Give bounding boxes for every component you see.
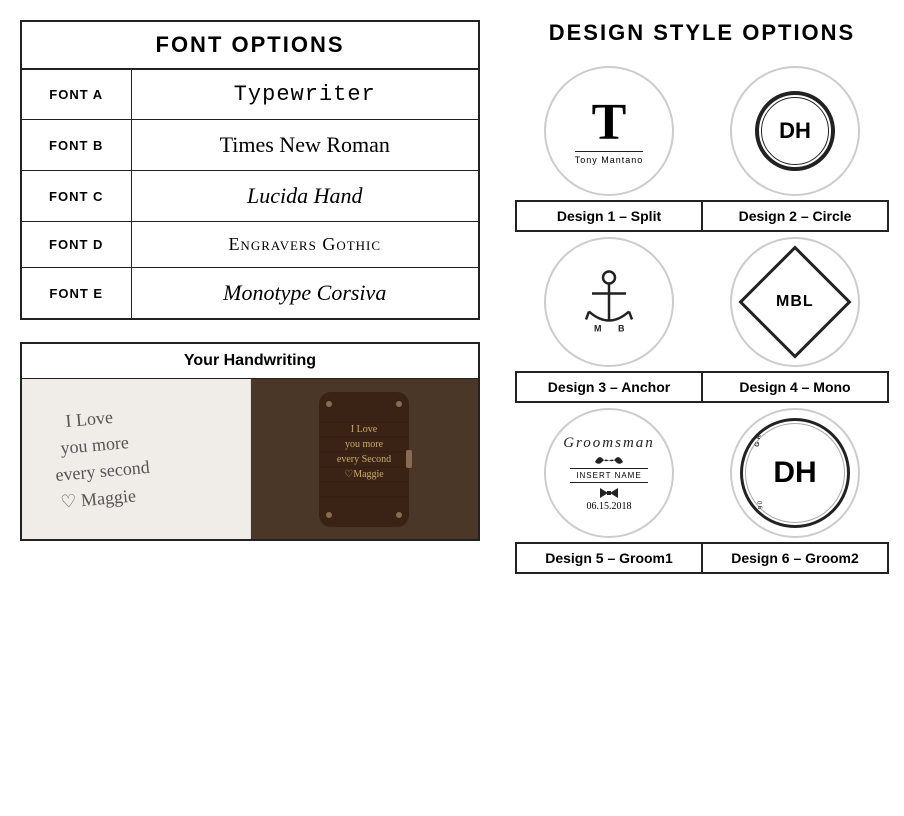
design-cell-1: T Tony Mantano bbox=[516, 61, 702, 201]
font-sample-e: Monotype Corsiva bbox=[131, 268, 479, 320]
design-4-initials: MBL bbox=[776, 293, 814, 311]
font-label-e: FONT E bbox=[21, 268, 131, 320]
design-5-inner: Groomsman INSERT NAME 06.15.2018 bbox=[558, 430, 660, 517]
design-6-outer: GROOMSMAN DH 06.30.19 bbox=[740, 418, 850, 528]
design-image-row-2: M B MBL bbox=[516, 231, 888, 372]
font-sample-b: Times New Roman bbox=[131, 120, 479, 171]
design-1-big-letter: T bbox=[592, 97, 627, 149]
anchor-icon: M B bbox=[574, 267, 644, 337]
font-row-e: FONT E Monotype Corsiva bbox=[21, 268, 479, 320]
font-sample-c: Lucida Hand bbox=[131, 171, 479, 222]
design-1-label: Design 1 – Split bbox=[516, 201, 702, 231]
font-row-d: FONT D Engravers Gothic bbox=[21, 222, 479, 268]
design-2-initials: DH bbox=[779, 118, 811, 144]
design-2-circle: DH bbox=[730, 66, 860, 196]
svg-text:you more: you more bbox=[345, 439, 384, 450]
design-cell-4: MBL bbox=[702, 231, 888, 372]
svg-text:B: B bbox=[618, 324, 625, 334]
design-cell-3: M B bbox=[516, 231, 702, 372]
font-label-a: FONT A bbox=[21, 70, 131, 120]
design-label-row-2: Design 3 – Anchor Design 4 – Mono bbox=[516, 372, 888, 402]
svg-text:I Love: I Love bbox=[351, 424, 378, 435]
design-cell-5: Groomsman INSERT NAME 06.15.2018 bbox=[516, 402, 702, 543]
font-label-c: FONT C bbox=[21, 171, 131, 222]
design-label-row-3: Design 5 – Groom1 Design 6 – Groom2 bbox=[516, 543, 888, 573]
font-row-c: FONT C Lucida Hand bbox=[21, 171, 479, 222]
design-4-label: Design 4 – Mono bbox=[702, 372, 888, 402]
mustache-icon bbox=[593, 452, 625, 466]
design-5-date: 06.15.2018 bbox=[587, 501, 632, 512]
handwriting-paper-svg: I Love you more every second ♡ Maggie bbox=[46, 382, 226, 537]
design-6-arc-bottom: 06.30.19 bbox=[750, 497, 840, 513]
handwriting-images: I Love you more every second ♡ Maggie bbox=[22, 379, 478, 539]
design-4-circle: MBL bbox=[730, 237, 860, 367]
handwriting-section: Your Handwriting I Love you more every s… bbox=[20, 342, 480, 541]
design-3-circle: M B bbox=[544, 237, 674, 367]
design-3-label: Design 3 – Anchor bbox=[516, 372, 702, 402]
font-options-title: FONT OPTIONS bbox=[20, 20, 480, 70]
design-style-title: DESIGN STYLE OPTIONS bbox=[515, 20, 889, 46]
font-row-a: FONT A Typewriter bbox=[21, 70, 479, 120]
design-5-insert: INSERT NAME bbox=[570, 468, 647, 483]
handwriting-watch-svg: I Love you more every Second ♡Maggie bbox=[274, 382, 454, 537]
design-label-row-1: Design 1 – Split Design 2 – Circle bbox=[516, 201, 888, 231]
design-2-outer-ring: DH bbox=[755, 91, 835, 171]
design-5-circle: Groomsman INSERT NAME 06.15.2018 bbox=[544, 408, 674, 538]
font-label-b: FONT B bbox=[21, 120, 131, 171]
design-5-label: Design 5 – Groom1 bbox=[516, 543, 702, 573]
design-4-diamond: MBL bbox=[738, 245, 851, 358]
design-cell-6: GROOMSMAN DH 06.30.19 bbox=[702, 402, 888, 543]
font-row-b: FONT B Times New Roman bbox=[21, 120, 479, 171]
svg-text:♡Maggie: ♡Maggie bbox=[344, 469, 384, 480]
design-5-word: Groomsman bbox=[563, 435, 655, 452]
handwriting-title: Your Handwriting bbox=[22, 344, 478, 379]
design-image-row-1: T Tony Mantano DH bbox=[516, 61, 888, 201]
svg-text:every Second: every Second bbox=[337, 454, 391, 465]
design-3-inner: M B bbox=[574, 267, 644, 337]
design-2-label: Design 2 – Circle bbox=[702, 201, 888, 231]
bowtie-icon bbox=[599, 487, 619, 499]
handwriting-paper-image: I Love you more every second ♡ Maggie bbox=[22, 379, 251, 539]
design-1-circle: T Tony Mantano bbox=[544, 66, 674, 196]
handwriting-watch-image: I Love you more every Second ♡Maggie bbox=[251, 379, 479, 539]
right-panel: DESIGN STYLE OPTIONS T Tony Mantano DH bbox=[500, 0, 904, 816]
design-6-circle: GROOMSMAN DH 06.30.19 bbox=[730, 408, 860, 538]
design-grid: T Tony Mantano DH Design 1 – Split Desig… bbox=[515, 61, 889, 574]
design-2-inner-ring: DH bbox=[761, 97, 829, 165]
design-6-initials: DH bbox=[773, 458, 816, 488]
font-label-d: FONT D bbox=[21, 222, 131, 268]
design-6-label: Design 6 – Groom2 bbox=[702, 543, 888, 573]
svg-text:I Love: I Love bbox=[64, 406, 113, 430]
design-1-name: Tony Mantano bbox=[575, 151, 644, 165]
font-table: FONT A Typewriter FONT B Times New Roman… bbox=[20, 70, 480, 320]
font-sample-a: Typewriter bbox=[131, 70, 479, 120]
design-6-arc-top: GROOMSMAN bbox=[750, 435, 840, 451]
font-sample-d: Engravers Gothic bbox=[131, 222, 479, 268]
svg-text:GROOMSMAN: GROOMSMAN bbox=[754, 435, 805, 447]
svg-text:M: M bbox=[594, 324, 602, 334]
svg-text:06.30.19: 06.30.19 bbox=[755, 501, 777, 513]
design-image-row-3: Groomsman INSERT NAME 06.15.2018 bbox=[516, 402, 888, 543]
design-cell-2: DH bbox=[702, 61, 888, 201]
design-1-inner: T Tony Mantano bbox=[575, 97, 644, 165]
left-panel: FONT OPTIONS FONT A Typewriter FONT B Ti… bbox=[0, 0, 500, 816]
